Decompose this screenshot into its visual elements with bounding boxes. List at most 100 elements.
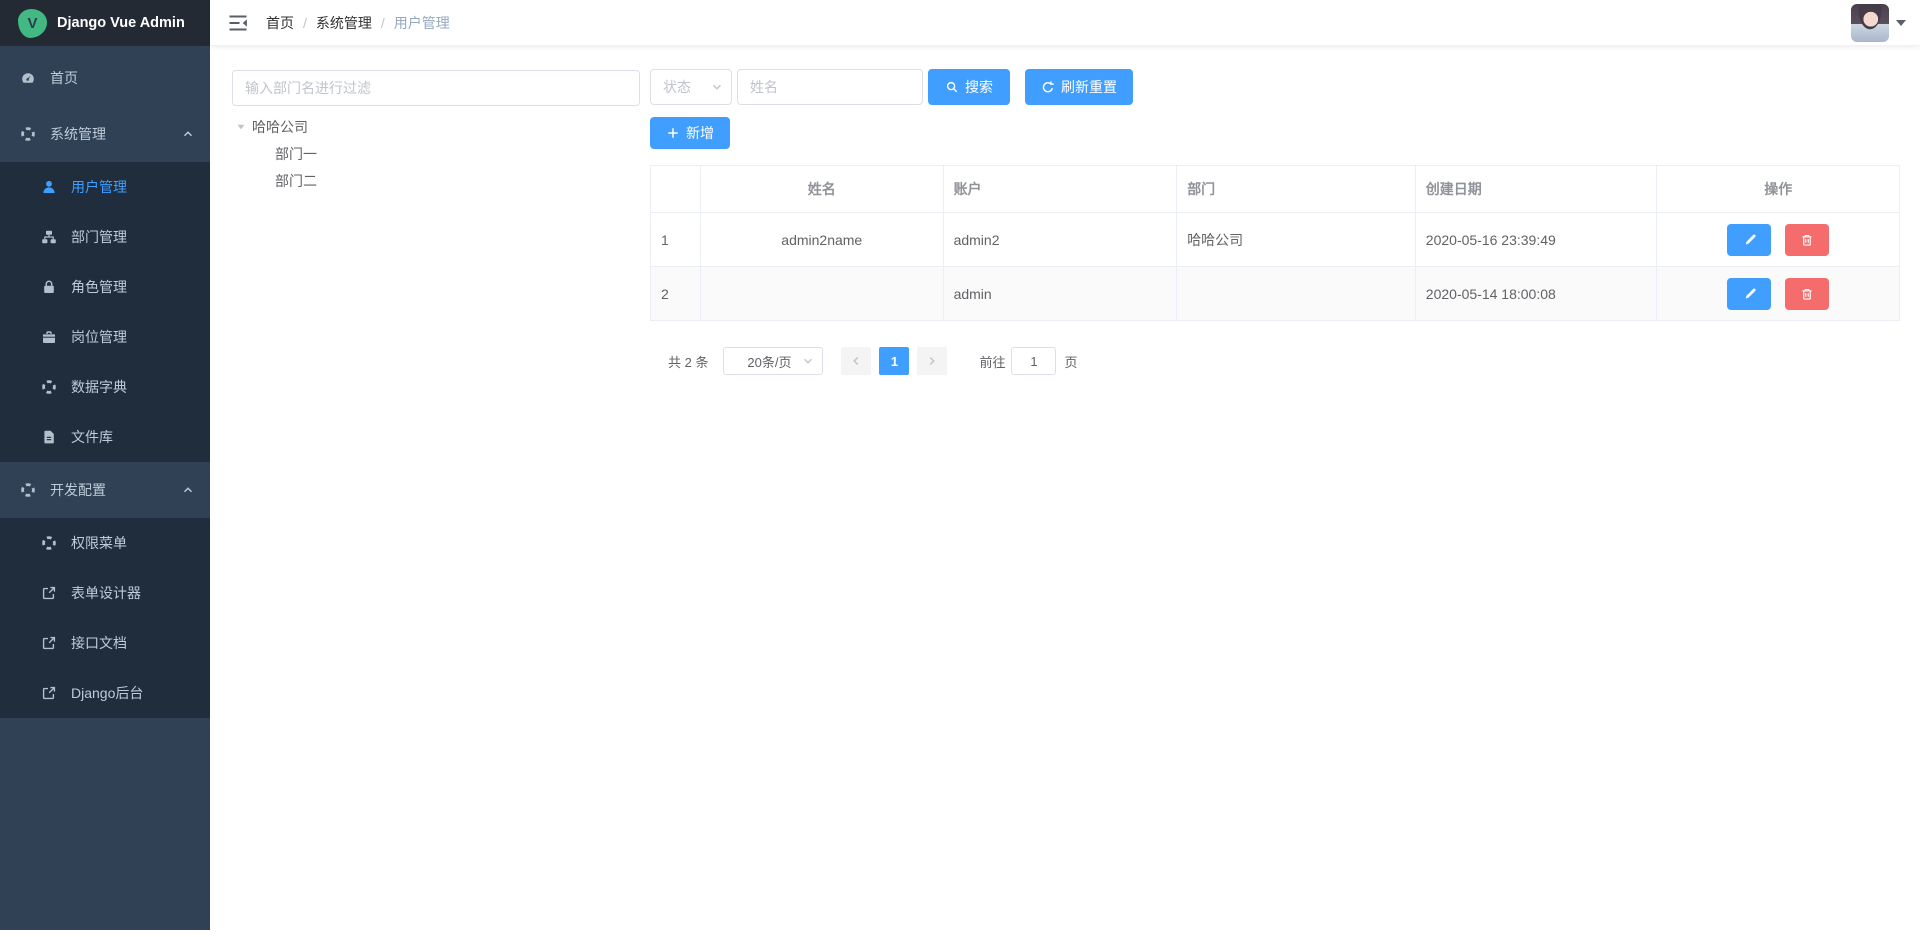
chevron-left-icon	[850, 355, 862, 367]
page-number-button[interactable]: 1	[879, 347, 909, 375]
delete-button[interactable]	[1785, 224, 1829, 256]
tree-node-label: 部门一	[275, 144, 317, 164]
caret-down-icon	[1896, 20, 1906, 26]
trash-icon	[1800, 287, 1814, 301]
search-button-label: 搜索	[965, 77, 993, 97]
cell-index: 1	[651, 213, 701, 266]
sidebar-item-label: 表单设计器	[71, 583, 141, 603]
briefcase-icon	[41, 329, 57, 345]
component-icon	[20, 126, 36, 142]
col-header-actions: 操作	[1657, 166, 1899, 212]
pencil-icon	[1742, 287, 1756, 301]
edit-button[interactable]	[1727, 224, 1771, 256]
sidebar-item-role-mgmt[interactable]: 角色管理	[0, 262, 210, 312]
external-link-icon	[41, 635, 57, 651]
tree-node-dept1[interactable]: 部门一	[232, 140, 632, 167]
name-filter-input[interactable]	[737, 69, 923, 105]
dept-filter-input[interactable]	[232, 70, 640, 106]
sidebar-item-dev-config[interactable]: 开发配置	[0, 462, 210, 518]
breadcrumb-separator: /	[381, 15, 385, 31]
sidebar-item-api-docs[interactable]: 接口文档	[0, 618, 210, 668]
sidebar: V Django Vue Admin 首页 系统管理	[0, 0, 210, 930]
chevron-up-icon	[182, 128, 194, 140]
sidebar-item-data-dict[interactable]: 数据字典	[0, 362, 210, 412]
component-icon	[41, 379, 57, 395]
sidebar-item-post-mgmt[interactable]: 岗位管理	[0, 312, 210, 362]
sidebar-item-system-mgmt[interactable]: 系统管理	[0, 106, 210, 162]
page-size-value: 20条/页	[736, 352, 802, 371]
breadcrumb-system-mgmt[interactable]: 系统管理	[316, 13, 372, 33]
table-row: 2 admin 2020-05-14 18:00:08	[651, 267, 1899, 321]
document-icon	[41, 429, 57, 445]
col-header-name: 姓名	[701, 166, 944, 212]
page-size-select[interactable]: 20条/页	[723, 347, 823, 375]
sidebar-item-django-admin[interactable]: Django后台	[0, 668, 210, 718]
avatar[interactable]	[1851, 4, 1889, 42]
dept-tree: 哈哈公司 部门一 部门二	[232, 113, 632, 194]
cell-actions	[1657, 267, 1899, 320]
pencil-icon	[1742, 233, 1756, 247]
col-header-dept: 部门	[1177, 166, 1416, 212]
tree-node-dept2[interactable]: 部门二	[232, 167, 632, 194]
dashboard-icon	[20, 70, 36, 86]
app-window: V Django Vue Admin 首页 系统管理	[0, 0, 1920, 937]
dev-submenu: 权限菜单 表单设计器 接口文档	[0, 518, 210, 718]
org-tree-icon	[41, 229, 57, 245]
chevron-down-icon	[802, 355, 814, 367]
sidebar-item-label: 接口文档	[71, 633, 127, 653]
cell-created: 2020-05-16 23:39:49	[1416, 213, 1658, 266]
cell-dept	[1177, 267, 1416, 320]
user-menu[interactable]	[1851, 4, 1906, 42]
col-header-account: 账户	[944, 166, 1178, 212]
pagination-total: 共 2 条	[668, 352, 708, 371]
sidebar-fold-icon[interactable]	[228, 14, 248, 32]
table-row: 1 admin2name admin2 哈哈公司 2020-05-16 23:3…	[651, 213, 1899, 267]
external-link-icon	[41, 585, 57, 601]
delete-button[interactable]	[1785, 278, 1829, 310]
user-icon	[41, 179, 57, 195]
goto-page-input[interactable]	[1011, 347, 1056, 375]
tree-node-root[interactable]: 哈哈公司	[232, 113, 632, 140]
add-button-label: 新增	[686, 123, 714, 143]
breadcrumb-home[interactable]: 首页	[266, 13, 294, 33]
sidebar-item-form-designer[interactable]: 表单设计器	[0, 568, 210, 618]
sidebar-item-file-library[interactable]: 文件库	[0, 412, 210, 462]
status-select-placeholder: 状态	[663, 77, 711, 97]
caret-expanded-icon[interactable]	[234, 120, 248, 134]
cell-dept: 哈哈公司	[1177, 213, 1416, 266]
trash-icon	[1800, 233, 1814, 247]
col-header-index	[651, 166, 701, 212]
sidebar-item-label: 系统管理	[50, 124, 106, 144]
sidebar-item-permission-menu[interactable]: 权限菜单	[0, 518, 210, 568]
cell-created: 2020-05-14 18:00:08	[1416, 267, 1658, 320]
sidebar-item-label: 开发配置	[50, 480, 106, 500]
search-icon	[945, 80, 959, 94]
edit-button[interactable]	[1727, 278, 1771, 310]
status-select[interactable]: 状态	[650, 69, 732, 105]
component-icon	[20, 482, 36, 498]
tree-node-label: 部门二	[275, 171, 317, 191]
cell-account: admin	[944, 267, 1178, 320]
sidebar-item-label: 权限菜单	[71, 533, 127, 553]
sidebar-item-dept-mgmt[interactable]: 部门管理	[0, 212, 210, 262]
sidebar-item-home[interactable]: 首页	[0, 50, 210, 106]
breadcrumb-separator: /	[303, 15, 307, 31]
chevron-down-icon	[711, 81, 723, 93]
add-button[interactable]: 新增	[650, 117, 730, 149]
refresh-reset-button[interactable]: 刷新重置	[1025, 69, 1133, 105]
next-page-button[interactable]	[917, 347, 947, 375]
chevron-right-icon	[926, 355, 938, 367]
cell-name	[701, 267, 944, 320]
system-submenu: 用户管理 部门管理 角色管理	[0, 162, 210, 462]
logo-bar[interactable]: V Django Vue Admin	[0, 0, 210, 46]
prev-page-button[interactable]	[841, 347, 871, 375]
sidebar-menu: 首页 系统管理 用户管理	[0, 46, 210, 718]
external-link-icon	[41, 685, 57, 701]
search-button[interactable]: 搜索	[928, 69, 1010, 105]
page-unit-label: 页	[1064, 352, 1077, 371]
sidebar-item-label: 首页	[50, 68, 78, 88]
lock-icon	[41, 279, 57, 295]
sidebar-item-label: 数据字典	[71, 377, 127, 397]
sidebar-item-user-mgmt[interactable]: 用户管理	[0, 162, 210, 212]
col-header-created: 创建日期	[1416, 166, 1658, 212]
